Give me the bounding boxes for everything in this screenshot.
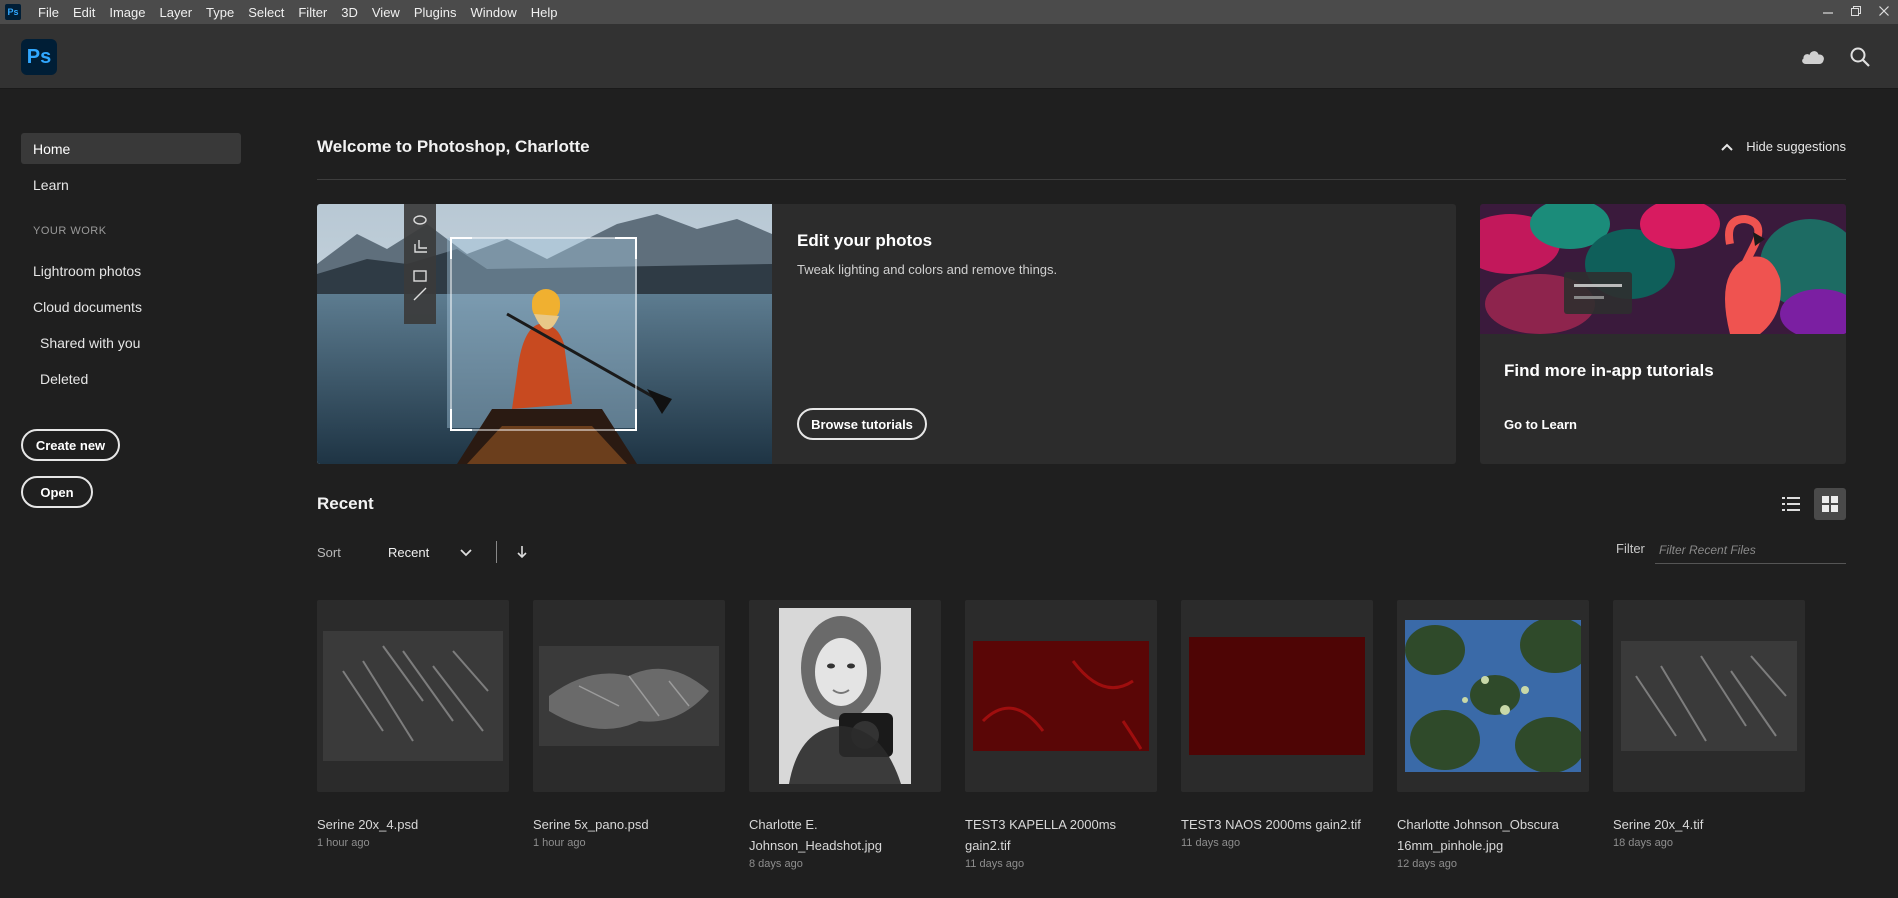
kayak-hero-image [317, 204, 772, 464]
photoshop-logo[interactable]: Ps [21, 39, 57, 75]
flamingo-banner-image[interactable] [1480, 204, 1846, 334]
recent-file-card[interactable]: Serine 5x_pano.psd 1 hour ago [533, 600, 725, 851]
restore-icon[interactable] [1842, 0, 1870, 22]
recent-file-card[interactable]: TEST3 NAOS 2000ms gain2.tif 11 days ago [1181, 600, 1373, 851]
create-new-button[interactable]: Create new [21, 429, 120, 461]
file-thumbnail[interactable] [1397, 600, 1589, 792]
filter-recent-input[interactable] [1655, 536, 1846, 564]
sidebar-item-home[interactable]: Home [21, 133, 241, 164]
list-view-icon [1782, 497, 1800, 511]
grid-view-button[interactable] [1814, 488, 1846, 520]
sort-separator [496, 541, 497, 563]
recent-file-card[interactable]: TEST3 KAPELLA 2000ms gain2.tif 11 days a… [965, 600, 1157, 872]
menu-filter[interactable]: Filter [291, 5, 334, 20]
welcome-heading: Welcome to Photoshop, Charlotte [317, 137, 590, 156]
file-thumbnail[interactable] [1613, 600, 1805, 792]
file-thumbnail[interactable] [1181, 600, 1373, 792]
sort-label: Sort [317, 545, 341, 560]
file-thumbnail[interactable] [749, 600, 941, 792]
recent-file-card[interactable]: Charlotte E. Johnson_Headshot.jpg 8 days… [749, 600, 941, 872]
chevron-down-icon [460, 548, 472, 556]
recent-file-card[interactable]: Charlotte Johnson_Obscura 16mm_pinhole.j… [1397, 600, 1589, 872]
file-date: 8 days ago [749, 858, 803, 870]
menu-view[interactable]: View [365, 5, 407, 20]
close-icon[interactable] [1870, 0, 1898, 22]
menu-window[interactable]: Window [463, 5, 523, 20]
grid-view-icon [1822, 496, 1838, 512]
tutorials-card: Find more in-app tutorials Go to Learn [1480, 204, 1846, 464]
list-view-button[interactable] [1775, 488, 1807, 520]
sidebar-item-shared-with-you[interactable]: Shared with you [21, 327, 241, 358]
recent-file-card[interactable]: Serine 20x_4.tif 18 days ago [1613, 600, 1805, 851]
cloud-icon[interactable] [1798, 42, 1828, 72]
arrow-down-icon [517, 546, 527, 559]
photoshop-app-icon: Ps [5, 4, 21, 20]
file-name: Charlotte E. Johnson_Headshot.jpg [749, 817, 882, 853]
file-thumbnail[interactable] [533, 600, 725, 792]
sort-dropdown[interactable]: Recent [388, 545, 472, 560]
edit-photos-description: Tweak lighting and colors and remove thi… [797, 262, 1058, 277]
sidebar-item-learn[interactable]: Learn [21, 169, 241, 200]
hide-suggestions-button[interactable]: Hide suggestions [1720, 139, 1846, 154]
sidebar-item-lightroom-photos[interactable]: Lightroom photos [21, 255, 241, 286]
file-date: 1 hour ago [533, 837, 586, 849]
file-name: Charlotte Johnson_Obscura 16mm_pinhole.j… [1397, 817, 1559, 853]
recent-file-card[interactable]: Serine 20x_4.psd 1 hour ago [317, 600, 509, 851]
menu-plugins[interactable]: Plugins [407, 5, 464, 20]
app-header: Ps [0, 24, 1898, 89]
file-date: 18 days ago [1613, 837, 1673, 849]
browse-tutorials-button[interactable]: Browse tutorials [797, 408, 927, 440]
menu-image[interactable]: Image [102, 5, 152, 20]
file-date: 11 days ago [965, 858, 1025, 870]
file-date: 1 hour ago [317, 837, 370, 849]
sidebar-item-cloud-documents[interactable]: Cloud documents [21, 291, 241, 322]
sort-value: Recent [388, 545, 430, 560]
file-name: Serine 5x_pano.psd [533, 817, 649, 832]
edit-photos-title: Edit your photos [797, 231, 933, 250]
edit-photos-card: Edit your photos Tweak lighting and colo… [317, 204, 1456, 464]
file-name: Serine 20x_4.psd [317, 817, 419, 832]
recent-heading: Recent [317, 494, 374, 513]
menu-3d[interactable]: 3D [334, 5, 365, 20]
file-date: 11 days ago [1181, 837, 1241, 849]
file-date: 12 days ago [1397, 858, 1457, 870]
menu-edit[interactable]: Edit [66, 5, 102, 20]
menu-type[interactable]: Type [199, 5, 241, 20]
minimize-icon[interactable] [1814, 0, 1842, 22]
menu-layer[interactable]: Layer [153, 5, 200, 20]
sidebar-section-heading: YOUR WORK [33, 225, 107, 237]
chevron-up-icon [1721, 143, 1733, 151]
file-thumbnail[interactable] [317, 600, 509, 792]
file-thumbnail[interactable] [965, 600, 1157, 792]
tutorials-title: Find more in-app tutorials [1504, 361, 1714, 380]
file-name: TEST3 NAOS 2000ms gain2.tif [1181, 817, 1361, 832]
sort-direction-button[interactable] [512, 541, 532, 563]
menu-select[interactable]: Select [241, 5, 291, 20]
window-controls [1814, 0, 1898, 24]
hide-suggestions-label: Hide suggestions [1746, 139, 1846, 154]
file-name: TEST3 KAPELLA 2000ms gain2.tif [965, 817, 1117, 853]
sidebar-item-deleted[interactable]: Deleted [21, 363, 241, 394]
go-to-learn-link[interactable]: Go to Learn [1504, 417, 1577, 432]
menu-file[interactable]: File [31, 5, 66, 20]
file-name: Serine 20x_4.tif [1613, 817, 1704, 832]
open-button[interactable]: Open [21, 476, 93, 508]
search-icon[interactable] [1845, 42, 1875, 72]
menu-bar: Ps File Edit Image Layer Type Select Fil… [0, 0, 1898, 24]
divider [317, 179, 1846, 180]
menu-help[interactable]: Help [524, 5, 565, 20]
filter-label: Filter [1616, 541, 1645, 556]
